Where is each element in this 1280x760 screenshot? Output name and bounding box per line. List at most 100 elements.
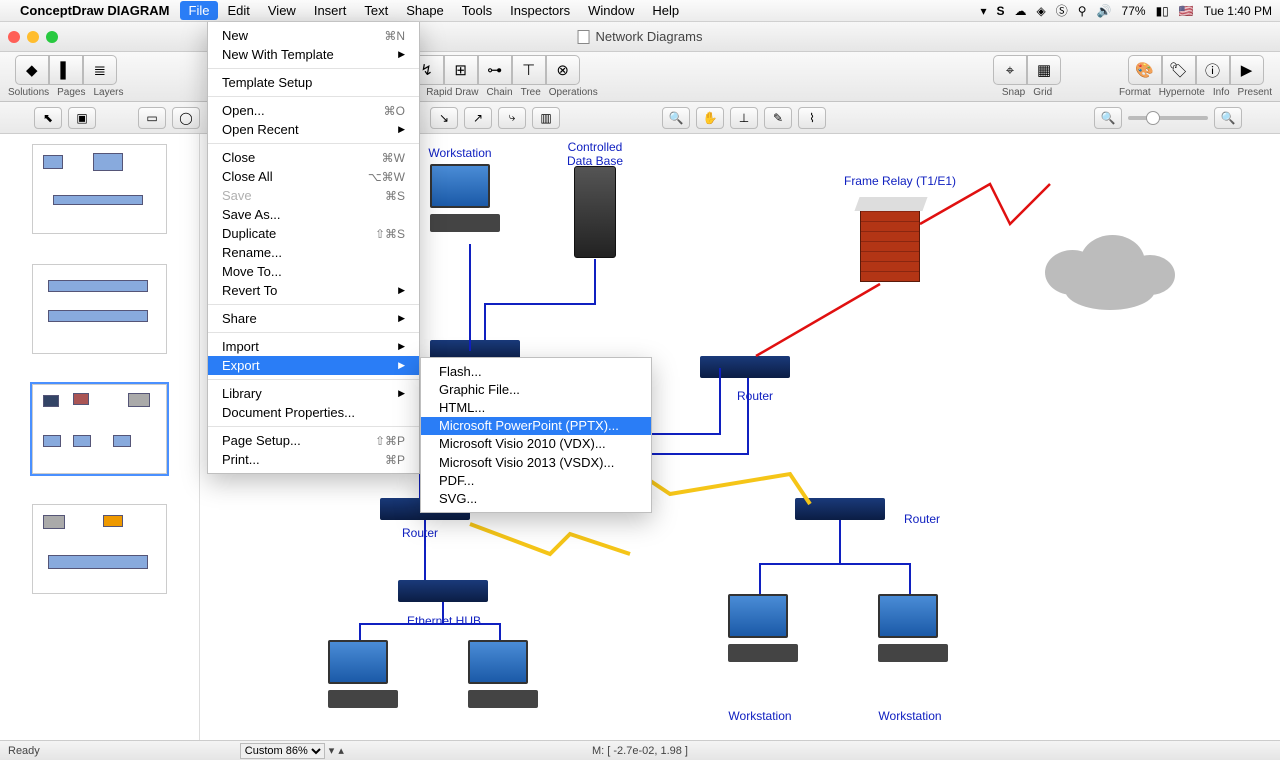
info-button[interactable]: ⓘ (1196, 55, 1230, 85)
pointer-tool[interactable]: ⬉ (34, 107, 62, 129)
menu-help[interactable]: Help (643, 1, 688, 20)
minimize-window-button[interactable] (27, 31, 39, 43)
zoom-window-button[interactable] (46, 31, 58, 43)
cloud-icon[interactable] (1035, 230, 1185, 310)
s-icon[interactable]: S (997, 4, 1005, 18)
file-menu-share[interactable]: Share▶ (208, 309, 419, 328)
wifi-icon[interactable]: ⚲ (1078, 4, 1087, 18)
page-thumb-3[interactable] (32, 384, 167, 474)
file-menu-save-as-[interactable]: Save As... (208, 205, 419, 224)
menu-inspectors[interactable]: Inspectors (501, 1, 579, 20)
connector-tool-2[interactable]: ↗ (464, 107, 492, 129)
present-button[interactable]: ▶ (1230, 55, 1264, 85)
grid-button[interactable]: ▦ (1027, 55, 1061, 85)
file-menu-template-setup[interactable]: Template Setup (208, 73, 419, 92)
operations-button[interactable]: ⊗ (546, 55, 580, 85)
file-menu-move-to-[interactable]: Move To... (208, 262, 419, 281)
zoom-out-button[interactable]: 🔍 (1094, 107, 1122, 129)
zoom-slider[interactable] (1128, 116, 1208, 120)
zoom-stepper-up[interactable]: ▴ (338, 744, 344, 757)
file-menu-new-with-template[interactable]: New With Template▶ (208, 45, 419, 64)
connector-tool-4[interactable]: ▥ (532, 107, 560, 129)
menu-edit[interactable]: Edit (218, 1, 258, 20)
connector-tool-3[interactable]: ⤷ (498, 107, 526, 129)
volume-icon[interactable]: 🔊 (1097, 4, 1112, 18)
rapid-draw-button[interactable]: ⊞ (444, 55, 478, 85)
brush-tool[interactable]: ⌇ (798, 107, 826, 129)
file-menu-open-recent[interactable]: Open Recent▶ (208, 120, 419, 139)
export-submenu[interactable]: Flash...Graphic File...HTML...Microsoft … (420, 357, 652, 513)
export-graphic-file-[interactable]: Graphic File... (421, 380, 651, 398)
file-menu-dropdown[interactable]: New⌘NNew With Template▶ Template Setup Ope… (207, 22, 420, 474)
snap-button[interactable]: ⌖ (993, 55, 1027, 85)
file-menu-close[interactable]: Close⌘W (208, 148, 419, 167)
hypernote-button[interactable]: 🏷 (1162, 55, 1196, 85)
export-microsoft-visio-vdx-[interactable]: Microsoft Visio 2010 (VDX)... (421, 435, 651, 453)
workstation-icon-b[interactable] (468, 640, 538, 708)
close-window-button[interactable] (8, 31, 20, 43)
ellipse-tool[interactable]: ◯ (172, 107, 200, 129)
file-menu-library[interactable]: Library▶ (208, 384, 419, 403)
workstation-icon-d[interactable] (878, 594, 948, 662)
zoom-stepper-down[interactable]: ▾ (329, 744, 335, 757)
layers-button[interactable]: ≣ (83, 55, 117, 85)
pages-button[interactable]: ▌ (49, 55, 83, 85)
flag-icon[interactable]: 🇺🇸 (1179, 4, 1194, 18)
page-thumb-4[interactable] (32, 504, 167, 594)
page-thumb-1[interactable] (32, 144, 167, 234)
file-menu-rename-[interactable]: Rename... (208, 243, 419, 262)
menu-tools[interactable]: Tools (453, 1, 501, 20)
router-icon-c[interactable] (795, 498, 885, 520)
cloud-up-icon[interactable]: ☁ (1015, 4, 1027, 18)
stamp-tool[interactable]: ⊥ (730, 107, 758, 129)
workstation-icon[interactable] (430, 164, 500, 232)
file-menu-document-properties-[interactable]: Document Properties... (208, 403, 419, 422)
export-flash-[interactable]: Flash... (421, 362, 651, 380)
menu-file[interactable]: File (180, 1, 219, 20)
file-menu-save: Save⌘S (208, 186, 419, 205)
file-menu-print-[interactable]: Print...⌘P (208, 450, 419, 469)
firewall-icon[interactable] (860, 206, 920, 282)
tree-button[interactable]: ⊤ (512, 55, 546, 85)
file-menu-import[interactable]: Import▶ (208, 337, 419, 356)
solutions-button[interactable]: ◆ (15, 55, 49, 85)
rect-tool[interactable]: ▭ (138, 107, 166, 129)
file-menu-close-all[interactable]: Close All⌥⌘W (208, 167, 419, 186)
export-microsoft-visio-vsdx-[interactable]: Microsoft Visio 2013 (VSDX)... (421, 453, 651, 471)
file-menu-duplicate[interactable]: Duplicate⇧⌘S (208, 224, 419, 243)
zoom-in-button[interactable]: 🔍 (1214, 107, 1242, 129)
menu-text[interactable]: Text (355, 1, 397, 20)
skype-icon[interactable]: Ⓢ (1056, 2, 1068, 19)
export-html-[interactable]: HTML... (421, 398, 651, 416)
workstation-icon-a[interactable] (328, 640, 398, 708)
export-svg-[interactable]: SVG... (421, 489, 651, 507)
page-thumb-2[interactable] (32, 264, 167, 354)
diamond-icon[interactable]: ◈ (1037, 4, 1046, 18)
file-menu-export[interactable]: Export▶ (208, 356, 419, 375)
eyedropper-tool[interactable]: ✎ (764, 107, 792, 129)
menu-window[interactable]: Window (579, 1, 643, 20)
format-button[interactable]: 🎨 (1128, 55, 1162, 85)
server-icon[interactable] (574, 166, 616, 258)
menu-insert[interactable]: Insert (305, 1, 356, 20)
menu-shape[interactable]: Shape (397, 1, 453, 20)
ethernet-hub-icon[interactable] (398, 580, 488, 602)
chain-button[interactable]: ⊶ (478, 55, 512, 85)
hand-tool[interactable]: ✋ (696, 107, 724, 129)
vlc-icon[interactable]: ▾ (980, 4, 986, 18)
zoom-tool[interactable]: 🔍 (662, 107, 690, 129)
connector-tool-1[interactable]: ↘ (430, 107, 458, 129)
file-menu-revert-to[interactable]: Revert To▶ (208, 281, 419, 300)
file-menu-new[interactable]: New⌘N (208, 26, 419, 45)
workstation-icon-c[interactable] (728, 594, 798, 662)
file-menu-page-setup-[interactable]: Page Setup...⇧⌘P (208, 431, 419, 450)
pages-sidebar[interactable] (0, 134, 200, 740)
battery-icon[interactable]: ▮▯ (1156, 4, 1169, 18)
export-microsoft-powerpoint-pptx-[interactable]: Microsoft PowerPoint (PPTX)... (421, 417, 651, 435)
menu-view[interactable]: View (259, 1, 305, 20)
export-pdf-[interactable]: PDF... (421, 471, 651, 489)
zoom-select[interactable]: Custom 86% (240, 743, 325, 759)
marquee-tool[interactable]: ▣ (68, 107, 96, 129)
router-icon-a[interactable] (700, 356, 790, 378)
file-menu-open-[interactable]: Open...⌘O (208, 101, 419, 120)
